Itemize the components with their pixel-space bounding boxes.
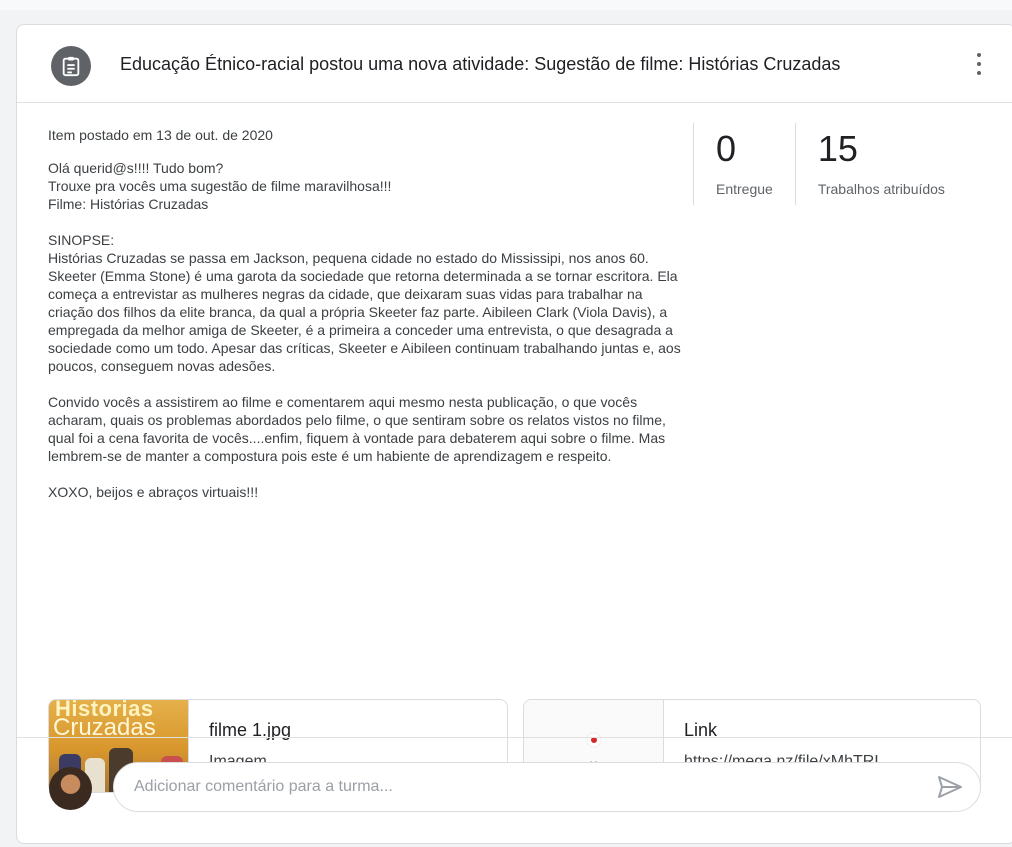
assignment-icon bbox=[51, 46, 91, 86]
comment-section bbox=[17, 737, 1012, 847]
delivered-label: Entregue bbox=[716, 181, 773, 197]
delivered-count: 0 bbox=[716, 128, 737, 169]
post-description: Olá querid@s!!!! Tudo bom? Trouxe pra vo… bbox=[48, 160, 681, 500]
user-avatar bbox=[49, 767, 92, 810]
top-bar bbox=[0, 0, 1012, 10]
submission-stats: 0 Entregue 15 Trabalhos atribuídos bbox=[693, 123, 967, 205]
card-header: Educação Étnico-racial postou uma nova a… bbox=[17, 25, 1012, 103]
assigned-count: 15 bbox=[817, 128, 858, 169]
posted-date: Item postado em 13 de out. de 2020 bbox=[48, 127, 273, 143]
assignment-title[interactable]: Educação Étnico-racial postou uma nova a… bbox=[120, 54, 840, 75]
assigned-label: Trabalhos atribuídos bbox=[817, 181, 945, 197]
send-icon[interactable] bbox=[937, 775, 963, 799]
assignment-card: Educação Étnico-racial postou uma nova a… bbox=[16, 24, 1012, 844]
stat-assigned[interactable]: 15 Trabalhos atribuídos bbox=[794, 123, 967, 205]
stat-delivered[interactable]: 0 Entregue bbox=[693, 123, 795, 205]
card-body: Item postado em 13 de out. de 2020 Olá q… bbox=[17, 103, 1012, 793]
class-comment-input[interactable] bbox=[113, 762, 981, 812]
more-options-icon[interactable] bbox=[967, 51, 991, 77]
